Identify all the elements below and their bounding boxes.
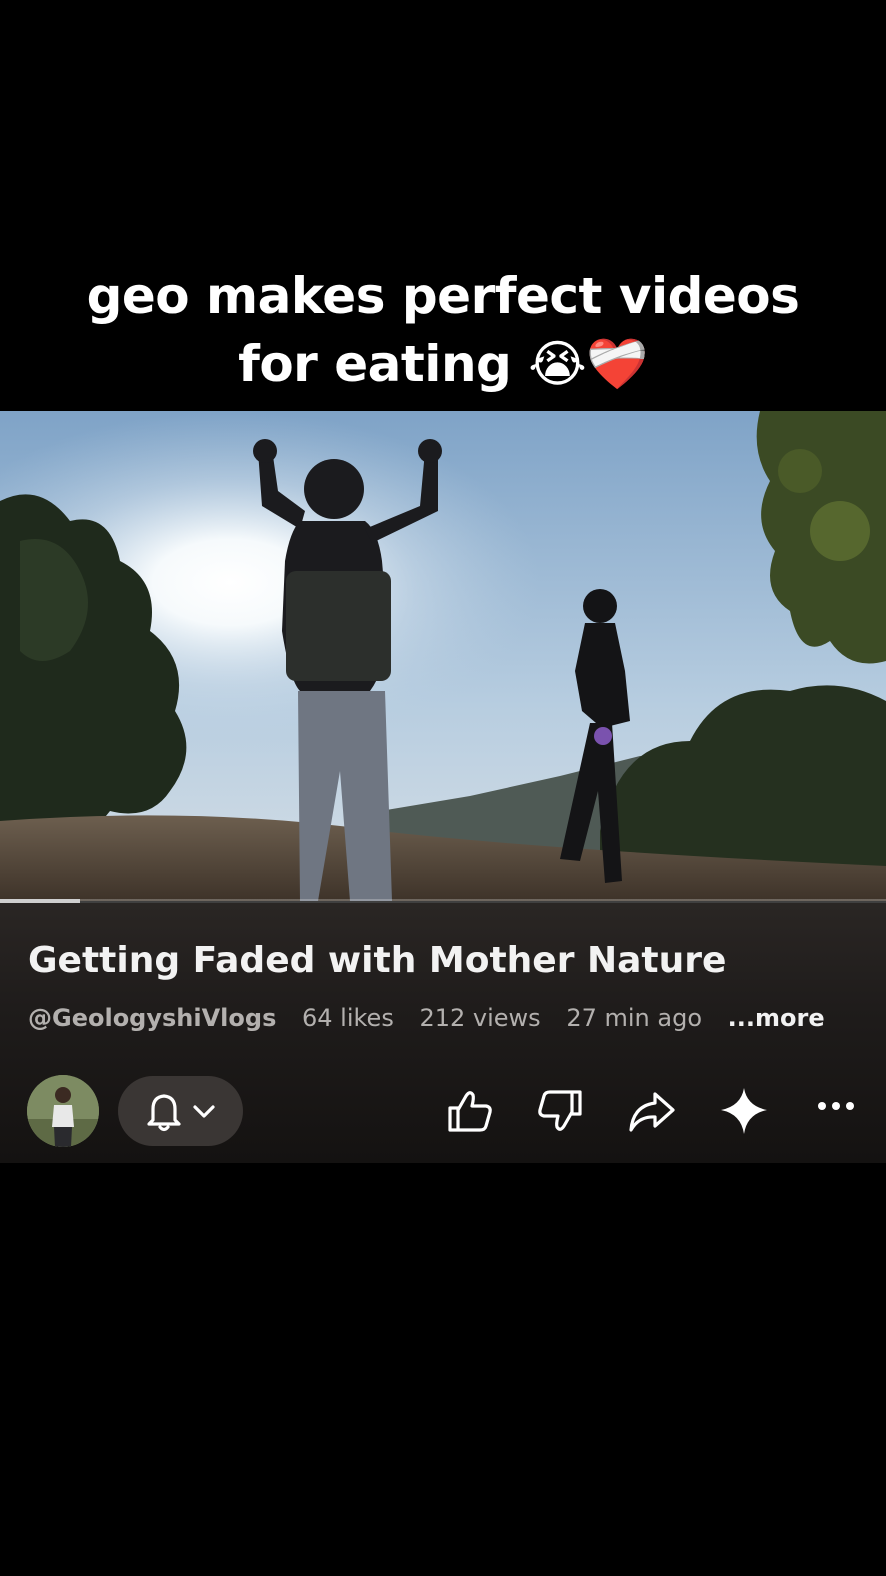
- more-icon: [818, 1102, 854, 1110]
- video-frame: [0, 411, 886, 901]
- video-title[interactable]: Getting Faded with Mother Nature: [28, 940, 726, 981]
- bell-icon: [147, 1094, 181, 1132]
- caption-line-2: for eating 😭❤️‍🩹: [238, 335, 648, 393]
- share-icon: [629, 1092, 675, 1132]
- thumbs-down-icon: [538, 1090, 582, 1131]
- sparkle-icon: [721, 1088, 767, 1134]
- avatar[interactable]: [27, 1075, 99, 1147]
- dislike-button[interactable]: [536, 1086, 586, 1136]
- channel-handle[interactable]: @GeologyshiVlogs: [28, 1004, 276, 1032]
- ask-ai-button[interactable]: [719, 1086, 769, 1136]
- upload-time: 27 min ago: [566, 1004, 703, 1032]
- thumbs-up-icon: [448, 1091, 492, 1132]
- avatar-image: [27, 1075, 99, 1147]
- more-button[interactable]: ...more: [728, 1004, 825, 1032]
- more-actions-button[interactable]: [812, 1086, 862, 1136]
- video-meta-row: @GeologyshiVlogs 64 likes 212 views 27 m…: [28, 1004, 825, 1032]
- likes-count: 64 likes: [302, 1004, 394, 1032]
- caption-overlay: geo makes perfect videos for eating 😭❤️‍…: [0, 262, 886, 398]
- share-button[interactable]: [627, 1086, 677, 1136]
- views-count: 212 views: [419, 1004, 541, 1032]
- chevron-down-icon: [193, 1105, 215, 1118]
- like-button[interactable]: [444, 1086, 494, 1136]
- caption-line-1: geo makes perfect videos: [86, 267, 800, 325]
- video-player[interactable]: [0, 411, 886, 901]
- subscription-bell-button[interactable]: [118, 1076, 243, 1146]
